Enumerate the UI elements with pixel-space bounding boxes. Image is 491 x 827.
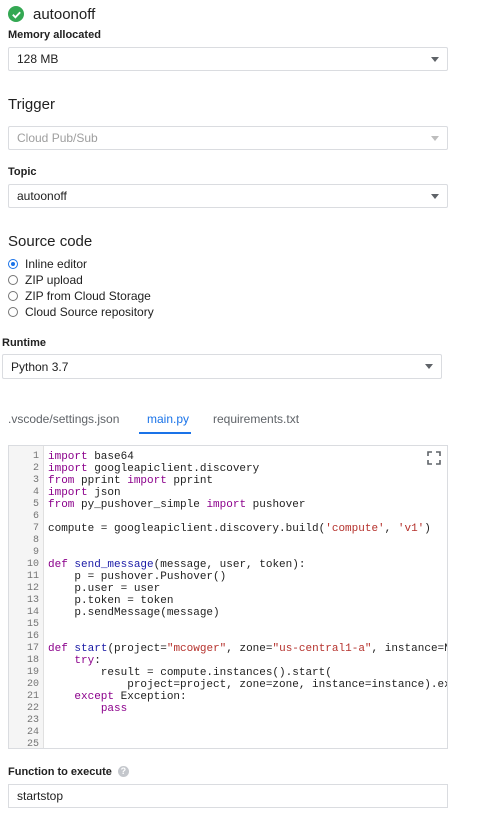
radio-label: Inline editor (25, 257, 88, 271)
line-content: import json (48, 487, 121, 499)
radio-inline-editor[interactable]: Inline editor (8, 256, 87, 272)
line-content: try: (74, 655, 101, 667)
line-content: result = compute.instances().start( (48, 667, 332, 679)
line-number: 21 (26, 691, 39, 702)
topic-select[interactable]: autoonoff (8, 184, 448, 208)
radio-label: ZIP from Cloud Storage (25, 289, 151, 303)
line-number: 8 (32, 535, 39, 546)
line-number: 6 (32, 511, 39, 522)
line-content: def start(project="mcowger", zone="us-ce… (48, 643, 448, 655)
chevron-down-icon (431, 194, 439, 199)
code-editor[interactable]: 1 import base64 2 import googleapiclient.di… (8, 445, 448, 749)
line-number: 17 (26, 643, 39, 654)
line-content: p = pushover.Pushover() (48, 571, 227, 583)
radio-zip-cloud-storage[interactable]: ZIP from Cloud Storage (8, 288, 151, 304)
line-content: from py_pushover_simple import pushover (48, 499, 306, 511)
radio-label: ZIP upload (25, 273, 83, 287)
function-name: autoonoff (33, 5, 96, 23)
source-heading: Source code (8, 233, 93, 250)
tab-main-py[interactable]: main.py (147, 412, 189, 426)
line-number: 22 (26, 703, 39, 714)
radio-label: Cloud Source repository (25, 305, 154, 319)
line-number: 3 (32, 475, 39, 486)
chevron-down-icon (431, 57, 439, 62)
chevron-down-icon (431, 136, 439, 141)
line-number: 25 (26, 739, 39, 749)
trigger-select: Cloud Pub/Sub (8, 126, 448, 150)
check-circle-icon (8, 6, 24, 22)
line-content: import googleapiclient.discovery (48, 463, 260, 475)
line-number: 10 (26, 559, 39, 570)
fullscreen-icon[interactable] (427, 451, 441, 465)
line-number: 4 (32, 487, 39, 498)
radio-icon[interactable] (8, 275, 18, 285)
line-number: 11 (26, 571, 39, 582)
line-number: 2 (32, 463, 39, 474)
line-number: 14 (26, 607, 39, 618)
runtime-value: Python 3.7 (11, 359, 69, 374)
function-to-execute-input[interactable]: startstop (8, 784, 448, 808)
line-number: 12 (26, 583, 39, 594)
radio-icon[interactable] (8, 291, 18, 301)
tab-vscode-settings[interactable]: .vscode/settings.json (8, 412, 119, 426)
execute-label-text: Function to execute (8, 766, 112, 778)
memory-select[interactable]: 128 MB (8, 47, 448, 71)
active-tab-indicator (139, 432, 191, 434)
line-content: except Exception: (74, 691, 187, 703)
memory-label: Memory allocated (8, 29, 101, 41)
topic-label: Topic (8, 166, 37, 178)
line-number: 16 (26, 631, 39, 642)
line-content: p.user = user (48, 583, 161, 595)
line-content: import base64 (48, 451, 134, 463)
line-number: 7 (32, 523, 39, 534)
line-content: project=project, zone=zone, instance=ins… (48, 679, 448, 691)
radio-selected-icon[interactable] (8, 259, 18, 269)
execute-label: Function to execute? (8, 766, 129, 778)
radio-icon[interactable] (8, 307, 18, 317)
chevron-down-icon (425, 364, 433, 369)
line-number: 23 (26, 715, 39, 726)
line-number: 18 (26, 655, 39, 666)
line-number: 13 (26, 595, 39, 606)
line-number: 9 (32, 547, 39, 558)
line-number: 1 (32, 451, 39, 462)
runtime-label: Runtime (2, 337, 46, 349)
line-content: pass (100, 703, 128, 715)
topic-value: autoonoff (17, 189, 67, 203)
trigger-heading: Trigger (8, 96, 55, 113)
tab-requirements[interactable]: requirements.txt (213, 412, 299, 426)
radio-cloud-source-repo[interactable]: Cloud Source repository (8, 304, 154, 320)
help-icon[interactable]: ? (117, 766, 129, 777)
line-content: p.token = token (48, 595, 174, 607)
memory-value: 128 MB (17, 52, 59, 66)
function-title: autoonoff (8, 4, 95, 24)
execute-value: startstop (17, 789, 64, 803)
line-number: 20 (26, 679, 39, 690)
line-content: p.sendMessage(message) (48, 607, 220, 619)
line-content: compute = googleapiclient.discovery.buil… (48, 523, 431, 535)
runtime-select[interactable]: Python 3.7 (2, 354, 442, 379)
line-number: 5 (32, 499, 39, 510)
line-number: 24 (26, 727, 39, 738)
line-content: from pprint import pprint (48, 475, 214, 487)
radio-zip-upload[interactable]: ZIP upload (8, 272, 83, 288)
line-number: 19 (26, 667, 39, 678)
line-number: 15 (26, 619, 39, 630)
trigger-value: Cloud Pub/Sub (17, 131, 98, 145)
line-content: def send_message(message, user, token): (48, 559, 306, 571)
